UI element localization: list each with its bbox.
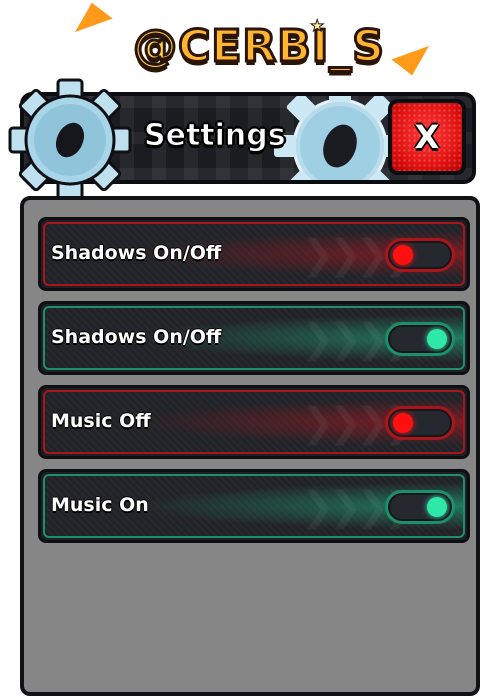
logo-name: CERBI_S: [177, 19, 386, 73]
setting-label: Shadows On/Off: [51, 326, 222, 348]
setting-label: Shadows On/Off: [51, 242, 222, 264]
setting-row-music-off: ❯❯❯❯ Music Off: [38, 385, 470, 459]
setting-label: Music Off: [51, 410, 151, 432]
toggle-knob: [393, 413, 413, 433]
close-button[interactable]: X: [388, 99, 466, 175]
setting-row-shadows-2: ❯❯❯❯ Shadows On/Off: [38, 301, 470, 375]
shadows-toggle-on[interactable]: [385, 322, 455, 356]
settings-panel: ❯❯❯❯ Shadows On/Off ❯❯❯❯ Shadows On/Off …: [20, 196, 480, 696]
star-icon: ★: [309, 16, 325, 36]
shadows-toggle-off[interactable]: [385, 238, 455, 272]
music-toggle-on[interactable]: [385, 490, 455, 524]
setting-row-shadows-1: ❯❯❯❯ Shadows On/Off: [38, 217, 470, 291]
close-icon: X: [414, 118, 440, 156]
logo-at-symbol: @: [132, 19, 179, 73]
page-title: Settings: [144, 118, 287, 154]
toggle-knob: [427, 329, 447, 349]
gear-icon: [8, 78, 132, 202]
toggle-knob: [427, 497, 447, 517]
setting-row-music-on: ❯❯❯❯ Music On: [38, 469, 470, 543]
logo-text: @ CERBI_S: [94, 14, 424, 78]
toggle-knob: [393, 245, 413, 265]
setting-label: Music On: [51, 494, 149, 516]
music-toggle-off[interactable]: [385, 406, 455, 440]
